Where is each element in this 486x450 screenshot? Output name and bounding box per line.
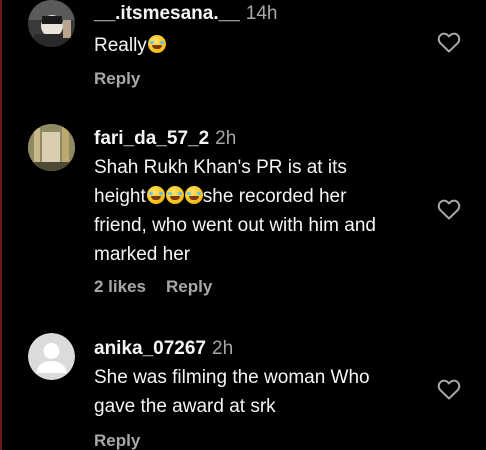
default-avatar-icon <box>28 333 75 380</box>
avatar[interactable] <box>28 0 75 47</box>
comment-text-line: gave the award at srk <box>94 396 276 417</box>
rolling-laughing-emoji-icon <box>184 186 203 204</box>
heart-outline-icon[interactable] <box>437 198 461 220</box>
comment-text-segment: height <box>94 186 146 207</box>
comment-text-segment: she recorded her <box>202 186 347 207</box>
username[interactable]: anika_07267 <box>94 338 206 359</box>
heart-outline-icon[interactable] <box>437 31 461 53</box>
rolling-laughing-emoji-icon <box>146 186 165 204</box>
avatar[interactable] <box>28 333 75 380</box>
comment-text: Really <box>94 31 434 60</box>
comment-actions: Reply <box>94 69 160 89</box>
avatar[interactable] <box>28 124 75 171</box>
timestamp: 2h <box>212 338 234 359</box>
rolling-laughing-emoji-icon <box>165 186 184 204</box>
reply-button[interactable]: Reply <box>166 277 212 296</box>
reply-button[interactable]: Reply <box>94 69 140 88</box>
likes-count[interactable]: 2 likes <box>94 277 146 296</box>
window-edge <box>0 0 2 450</box>
comment-actions: 2 likes Reply <box>94 277 232 297</box>
avatar-photo-icon <box>28 124 75 171</box>
reply-button[interactable]: Reply <box>94 431 140 450</box>
comment-text-line: She was filming the woman Who <box>94 367 370 388</box>
comment-actions: Reply <box>94 431 160 450</box>
laughing-emoji-icon <box>147 35 166 53</box>
comment-header: __.itsmesana.__ 14h <box>94 2 434 26</box>
comment-header: fari_da_57_2 2h <box>94 127 434 151</box>
heart-outline-icon[interactable] <box>437 378 461 400</box>
timestamp: 2h <box>215 128 237 149</box>
comments-panel: __.itsmesana.__ 14h Really Reply fari_da… <box>0 0 486 450</box>
comment-text-line: Shah Rukh Khan's PR is at its <box>94 157 347 178</box>
comment-text-line-with-emoji: height she recorded her <box>94 182 434 211</box>
timestamp: 14h <box>245 3 278 24</box>
username[interactable]: fari_da_57_2 <box>94 128 209 149</box>
avatar-photo-icon <box>28 0 75 47</box>
username[interactable]: __.itsmesana.__ <box>94 3 240 24</box>
comment-header: anika_07267 2h <box>94 337 434 361</box>
comment-text-line: marked her <box>94 244 191 265</box>
comment-text: She was filming the woman Who gave the a… <box>94 363 434 421</box>
comment-text: Shah Rukh Khan's PR is at its height she … <box>94 153 434 269</box>
comment-text-content: Really <box>94 35 147 56</box>
comment-text-line: friend, who went out with him and <box>94 215 376 236</box>
